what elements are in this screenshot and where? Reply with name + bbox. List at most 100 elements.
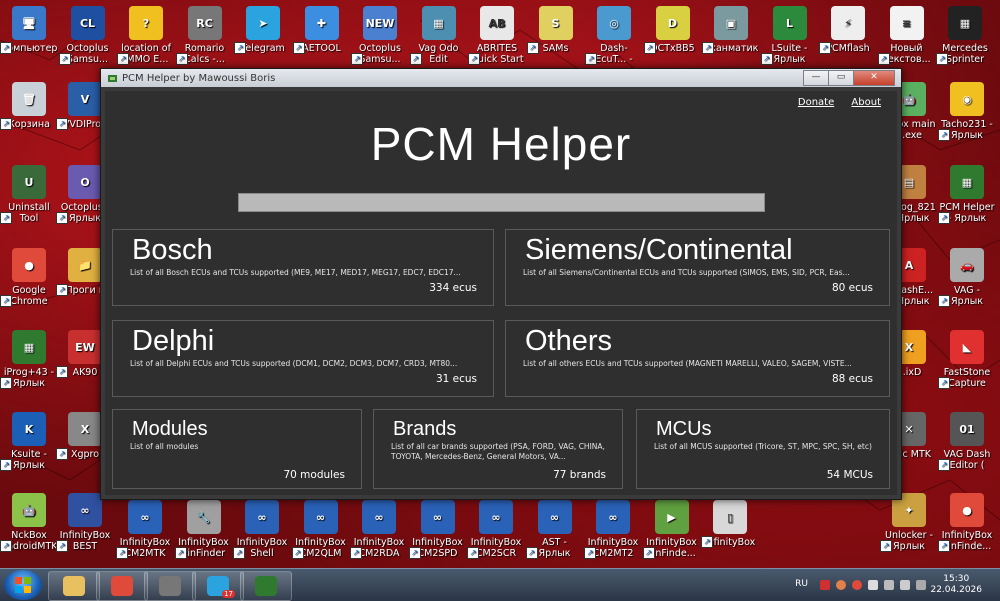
donate-link[interactable]: Donate <box>798 97 834 108</box>
desktop-icon[interactable]: ▣ ↗ Сканматик <box>702 6 760 54</box>
desktop-icon[interactable]: 🤖 ↗ NckBox AndroidMTK <box>0 493 58 552</box>
desktop-icon[interactable]: ▦ ↗ Vag Odo Edit <box>409 6 468 65</box>
shortcut-arrow-icon: ↗ <box>643 42 656 54</box>
card-description: List of all Bosch ECUs and TCUs supporte… <box>130 268 461 277</box>
desktop-icon[interactable]: ✚ ↗ AETOOL <box>292 6 351 54</box>
desktop-icon[interactable]: ∞ ↗ InfinityBox CM2SCR <box>467 500 525 559</box>
desktop-icon[interactable]: ◎↗Dash-EcuT... - Ярлык <box>585 6 643 65</box>
shortcut-arrow-icon: ↗ <box>0 42 12 54</box>
desktop-icon[interactable]: ∞ ↗ InfinityBox CM2MTK <box>116 500 174 559</box>
desktop-icon[interactable]: 🖥 ↗ Компьютер <box>0 6 58 54</box>
shortcut-arrow-icon: ↗ <box>234 42 246 54</box>
flag-icon[interactable] <box>868 580 878 590</box>
desktop-icon[interactable]: D ↗ DCTxBB5 <box>643 6 702 54</box>
keyboard-icon[interactable] <box>916 580 926 590</box>
desktop-icon[interactable]: ● ↗ InfinityBox PinFinde... <box>938 493 996 552</box>
bosch-card[interactable]: Bosch List of all Bosch ECUs and TCUs su… <box>112 229 494 306</box>
card-description: List of all Delphi ECUs and TCUs support… <box>130 359 458 368</box>
desktop-icon[interactable]: ➤ ↗ Telegram <box>234 6 292 54</box>
about-link[interactable]: About <box>851 97 881 108</box>
shortcut-arrow-icon: ↗ <box>880 540 892 552</box>
volume-icon[interactable] <box>900 580 910 590</box>
desktop-icon[interactable]: ◉ ↗ Tacho231 - Ярлык <box>938 82 996 141</box>
maximize-button[interactable]: ▭ <box>828 70 854 86</box>
siemens-continental-card[interactable]: Siemens/Continental List of all Siemens/… <box>505 229 890 306</box>
desktop-icon[interactable]: RC ↗ Romario Calcs -... <box>175 6 234 65</box>
app-icon: ➤ <box>246 6 280 40</box>
desktop-icon[interactable]: ∞ ↗ InfinityBox CM2QLM <box>291 500 350 559</box>
desktop-icon[interactable]: CL ↗ Octoplus Samsu... <box>58 6 117 65</box>
desktop-icon[interactable]: L ↗ LSuite - Ярлык <box>760 6 819 65</box>
shortcut-arrow-icon: ↗ <box>936 53 948 65</box>
app-icon: D <box>655 6 690 40</box>
shortcut-arrow-icon: ↗ <box>351 53 363 65</box>
taskbar-button-explorer[interactable] <box>48 571 100 601</box>
network-icon[interactable] <box>884 580 894 590</box>
explorer-icon <box>63 576 85 596</box>
taskbar-button-telegram[interactable]: 17 <box>192 571 244 601</box>
shortcut-arrow-icon: ↗ <box>56 448 68 460</box>
app-icon: ▦ <box>948 6 982 40</box>
shortcut-arrow-icon: ↗ <box>938 212 950 224</box>
shortcut-arrow-icon: ↗ <box>877 53 890 65</box>
close-button[interactable]: ✕ <box>853 70 895 86</box>
desktop-icon[interactable]: ∞ ↗ InfinityBox Shell <box>233 500 291 559</box>
brands-card[interactable]: Brands List of all car brands supported … <box>373 409 623 489</box>
tray-app-icon[interactable] <box>820 580 830 590</box>
desktop-icon[interactable]: ≡ ↗ Новый текстов... <box>877 6 936 65</box>
shortcut-arrow-icon: ↗ <box>0 459 12 471</box>
desktop-icon[interactable]: 🚗 ↗ VAG - Ярлык <box>938 248 996 307</box>
pcm-helper-window[interactable]: PCM Helper by Mawoussi Boris — ▭ ✕ Donat… <box>100 68 902 500</box>
pcm-helper-icon <box>255 576 277 596</box>
desktop-icon[interactable]: ? ↗ location of IMMO E... <box>117 6 175 65</box>
desktop-icon[interactable]: ∞ ↗ InfinityBox CM2RDA <box>350 500 408 559</box>
taskbar-button-pcm-helper[interactable] <box>240 571 292 601</box>
tray-chrome-icon[interactable] <box>836 580 846 590</box>
desktop-icon[interactable]: S ↗ SAMs <box>526 6 585 54</box>
window-titlebar[interactable]: PCM Helper by Mawoussi Boris <box>101 69 901 87</box>
app-icon: ⚡ <box>831 6 865 40</box>
taskbar-button-romario-calcs[interactable] <box>144 571 196 601</box>
shortcut-arrow-icon: ↗ <box>468 53 480 65</box>
desktop-icon[interactable]: ▦ ↗ PCM Helper - Ярлык <box>938 165 996 224</box>
system-clock[interactable]: 15:30 22.04.2026 <box>930 574 982 596</box>
shortcut-arrow-icon: ↗ <box>938 129 950 141</box>
desktop-icon[interactable]: ▯ ↗ InfinityBox <box>701 500 759 548</box>
desktop-icon[interactable]: ✦ ↗ Unlocker - Ярлык <box>880 493 938 552</box>
desktop-icon[interactable]: U ↗ Uninstall Tool <box>0 165 58 224</box>
desktop-icon[interactable]: ∞ ↗ InfinityBox BEST <box>56 493 114 552</box>
desktop-icon[interactable]: NEW ↗ Octoplus Samsu... <box>351 6 409 65</box>
desktop-icon[interactable]: K ↗ Ksuite - Ярлык <box>0 412 58 471</box>
desktop-icon[interactable]: 🔧 ↗ InfinityBox PinFinder <box>174 500 233 559</box>
others-card[interactable]: Others List of all others ECUs and TCUs … <box>505 320 890 397</box>
desktop-icon[interactable]: ∞ ↗ InfinityBox CM2MT2 <box>584 500 642 559</box>
tray-chrome-icon[interactable] <box>852 580 862 590</box>
shortcut-arrow-icon: ↗ <box>938 295 950 307</box>
app-icon: K <box>12 412 46 446</box>
desktop-icon[interactable]: ⚡ ↗ PCMflash <box>819 6 877 54</box>
shortcut-arrow-icon: ↗ <box>56 366 68 378</box>
app-icon: L <box>772 6 807 40</box>
shortcut-arrow-icon: ↗ <box>350 547 362 559</box>
desktop-icon[interactable]: ● ↗ Google Chrome <box>0 248 58 307</box>
desktop-icon[interactable]: ∞ ↗ AST - Ярлык <box>525 500 584 559</box>
desktop-icon[interactable]: ▦↗Mercedes Sprinter Vi... <box>936 6 994 65</box>
desktop-icon[interactable]: ▦ ↗ iProg+43 - Ярлык <box>0 330 58 389</box>
taskbar-button-chrome[interactable] <box>96 571 148 601</box>
shortcut-arrow-icon: ↗ <box>116 547 128 559</box>
desktop-icon[interactable]: AB ↗ ABRITES Quick Start <box>468 6 526 65</box>
modules-card[interactable]: Modules List of all modules 70 modules <box>112 409 362 489</box>
language-indicator[interactable]: RU <box>795 579 808 589</box>
app-icon: ▣ <box>714 6 748 40</box>
desktop-icon[interactable]: ▶ ↗ InfinityBox PinFinde... <box>642 500 701 559</box>
app-icon: 01 <box>950 412 984 446</box>
minimize-button[interactable]: — <box>803 70 829 86</box>
desktop-icon[interactable]: 01↗VAG Dash Editor ( 24c... <box>938 412 996 471</box>
card-count: 80 ecus <box>831 282 873 294</box>
desktop-icon[interactable]: 🗑 ↗ Корзина <box>0 82 58 130</box>
desktop-icon[interactable]: ∞ ↗ InfinityBox CM2SPD <box>408 500 467 559</box>
desktop-icon[interactable]: ◣ ↗ FastStone Capture <box>938 330 996 389</box>
mcus-card[interactable]: MCUs List of all MCUS supported (Tricore… <box>636 409 890 489</box>
start-button[interactable] <box>4 570 42 600</box>
delphi-card[interactable]: Delphi List of all Delphi ECUs and TCUs … <box>112 320 494 397</box>
